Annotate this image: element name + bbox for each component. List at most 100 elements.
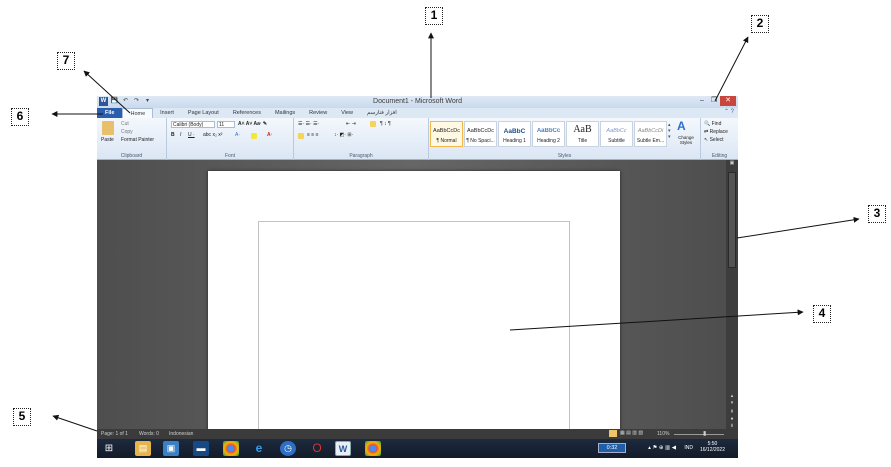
- document-workspace: [97, 160, 726, 439]
- change-styles-icon[interactable]: A: [677, 119, 686, 133]
- print-layout-icon[interactable]: [609, 430, 617, 437]
- ltr-icon[interactable]: ¶ ↕ ¶: [380, 121, 391, 127]
- scrollbar-thumb[interactable]: [728, 172, 736, 268]
- tray-icons[interactable]: ▴ ⚑ ⊕ ▥ ◀: [648, 445, 676, 451]
- arrow-3: [736, 216, 860, 239]
- style-preview: AaBbCcDi: [637, 128, 664, 134]
- style-preview: AaBbCc: [606, 128, 627, 134]
- clipboard-group-label: Clipboard: [120, 153, 143, 159]
- highlight-icon[interactable]: [251, 133, 257, 139]
- text-area-boundary[interactable]: [258, 221, 570, 439]
- chrome-alt-icon[interactable]: [365, 441, 381, 456]
- prev-page-icon[interactable]: ⇞: [726, 409, 738, 415]
- align-center-icon[interactable]: ≡ ≡ ≡: [307, 132, 319, 138]
- copy-button[interactable]: Copy: [121, 129, 133, 135]
- vertical-scrollbar[interactable]: ▣ ▴ ▾ ⇞ ● ⇟: [726, 160, 738, 429]
- font-name-select[interactable]: Calibri (Body): [171, 121, 215, 128]
- italic-button[interactable]: I: [180, 132, 181, 138]
- desktop-icon[interactable]: ▬: [193, 441, 209, 456]
- rtl-icon[interactable]: [370, 121, 376, 127]
- style-name: ¶ Normal: [436, 138, 457, 144]
- internet-explorer-icon[interactable]: e: [251, 441, 267, 456]
- callout-2: 2: [751, 15, 769, 33]
- minimize-button[interactable]: –: [696, 96, 708, 106]
- paste-icon[interactable]: [102, 121, 114, 135]
- callout-7: 7: [57, 52, 75, 70]
- taskbar: ⊞ ▤ ▣ ▬ e ◷ O W 0:32 ▴ ⚑ ⊕ ▥ ◀ IND 5:50 …: [97, 439, 738, 458]
- style-normal[interactable]: AaBbCcDc ¶ Normal: [430, 121, 463, 147]
- ribbon: Paste Cut Copy Format Painter Clipboard …: [97, 118, 738, 160]
- format-painter-button[interactable]: Format Painter: [121, 137, 154, 143]
- styles-scroll-icon[interactable]: ▴ ▾ ▾: [668, 122, 671, 140]
- callout-4: 4: [813, 305, 831, 323]
- restore-button[interactable]: ❐: [708, 96, 720, 106]
- tab-file[interactable]: File: [97, 108, 123, 118]
- tab-addon[interactable]: افزار فتارسم: [360, 108, 404, 118]
- style-heading-1[interactable]: AaBbC Heading 1: [498, 121, 531, 147]
- tab-references[interactable]: References: [226, 108, 268, 118]
- close-button[interactable]: ✕: [720, 96, 736, 106]
- text-effects-icon[interactable]: A·: [235, 132, 240, 138]
- opera-icon[interactable]: O: [309, 441, 325, 456]
- word-count[interactable]: Words: 0: [139, 431, 159, 437]
- arrow-2: [714, 36, 749, 102]
- underline-button[interactable]: U ·: [188, 132, 195, 138]
- line-spacing-icon[interactable]: ↕· ◩· ⊞·: [334, 132, 353, 138]
- tab-page-layout[interactable]: Page Layout: [181, 108, 226, 118]
- tray-timer[interactable]: 0:32: [598, 443, 626, 453]
- tray-clock[interactable]: 5:50 16/12/2022: [700, 441, 725, 453]
- page-count[interactable]: Page: 1 of 1: [101, 431, 128, 437]
- scroll-down-icon[interactable]: ▾: [726, 400, 738, 406]
- style-subtitle[interactable]: AaBbCc Subtitle: [600, 121, 633, 147]
- document-title: Document1 - Microsoft Word: [373, 98, 462, 105]
- view-buttons-icon[interactable]: ▦ ▤ ▥ ▧: [620, 430, 643, 436]
- style-name: ¶ No Spaci...: [466, 138, 495, 144]
- document-page[interactable]: [208, 171, 620, 439]
- strikethrough-button[interactable]: abc x₂ x²: [203, 132, 222, 138]
- zoom-level[interactable]: 110%: [657, 431, 669, 437]
- bold-button[interactable]: B: [171, 132, 175, 138]
- ribbon-tabs: File Home Insert Page Layout References …: [97, 108, 738, 118]
- ruler-toggle-icon[interactable]: ▣: [726, 160, 738, 166]
- find-button[interactable]: 🔍 Find: [704, 121, 721, 127]
- input-language[interactable]: IND: [684, 445, 693, 451]
- tab-mailings[interactable]: Mailings: [268, 108, 302, 118]
- zoom-thumb-icon[interactable]: ▮: [703, 430, 706, 437]
- word-taskbar-icon[interactable]: W: [335, 441, 351, 456]
- clock-app-icon[interactable]: ◷: [280, 441, 296, 456]
- font-group-label: Font: [224, 153, 235, 159]
- chrome-icon[interactable]: [223, 441, 239, 456]
- tab-view[interactable]: View: [334, 108, 360, 118]
- align-left-icon[interactable]: [298, 133, 304, 139]
- font-size-select[interactable]: 11: [217, 121, 235, 128]
- paragraph-group-label: Paragraph: [349, 153, 373, 159]
- computer-icon[interactable]: ▣: [163, 441, 179, 456]
- style-no-spacing[interactable]: AaBbCcDc ¶ No Spaci...: [464, 121, 497, 147]
- word-window: W 💾 ↶ ↷ ▾ Document1 - Microsoft Word – ❐…: [97, 96, 738, 439]
- tab-home[interactable]: Home: [122, 108, 154, 118]
- bullets-icon[interactable]: ☰· ☰· ☰·: [298, 121, 319, 127]
- select-button[interactable]: ↖ Select: [704, 137, 724, 143]
- change-styles-button[interactable]: Change Styles: [673, 135, 699, 145]
- font-color-icon[interactable]: A·: [267, 132, 272, 138]
- title-bar: W 💾 ↶ ↷ ▾ Document1 - Microsoft Word – ❐…: [97, 96, 738, 108]
- start-button-icon[interactable]: ⊞: [101, 441, 117, 456]
- cut-button[interactable]: Cut: [121, 121, 129, 127]
- replace-button[interactable]: ⇄ Replace: [704, 129, 728, 135]
- style-subtle-emphasis[interactable]: AaBbCcDi Subtle Em...: [634, 121, 667, 147]
- indent-icon[interactable]: ⇤ ⇥: [346, 121, 356, 127]
- file-explorer-icon[interactable]: ▤: [135, 441, 151, 456]
- language[interactable]: Indonesian: [169, 431, 193, 437]
- clipboard-group: Paste Cut Copy Format Painter Clipboard: [97, 118, 167, 160]
- style-heading-2[interactable]: AaBbCc Heading 2: [532, 121, 565, 147]
- paste-button[interactable]: Paste: [101, 137, 114, 143]
- help-icon[interactable]: ⌃ ?: [724, 108, 734, 115]
- scroll-up-icon[interactable]: ▴: [726, 393, 738, 399]
- tab-insert[interactable]: Insert: [153, 108, 181, 118]
- browse-object-icon[interactable]: ●: [726, 416, 738, 422]
- style-title[interactable]: AaB Title: [566, 121, 599, 147]
- editing-group: 🔍 Find ⇄ Replace ↖ Select Editing: [701, 118, 738, 160]
- zoom-slider[interactable]: [674, 434, 724, 435]
- tab-review[interactable]: Review: [302, 108, 334, 118]
- grow-font-icon[interactable]: A˄ A˅ Aa· ✎: [238, 121, 267, 127]
